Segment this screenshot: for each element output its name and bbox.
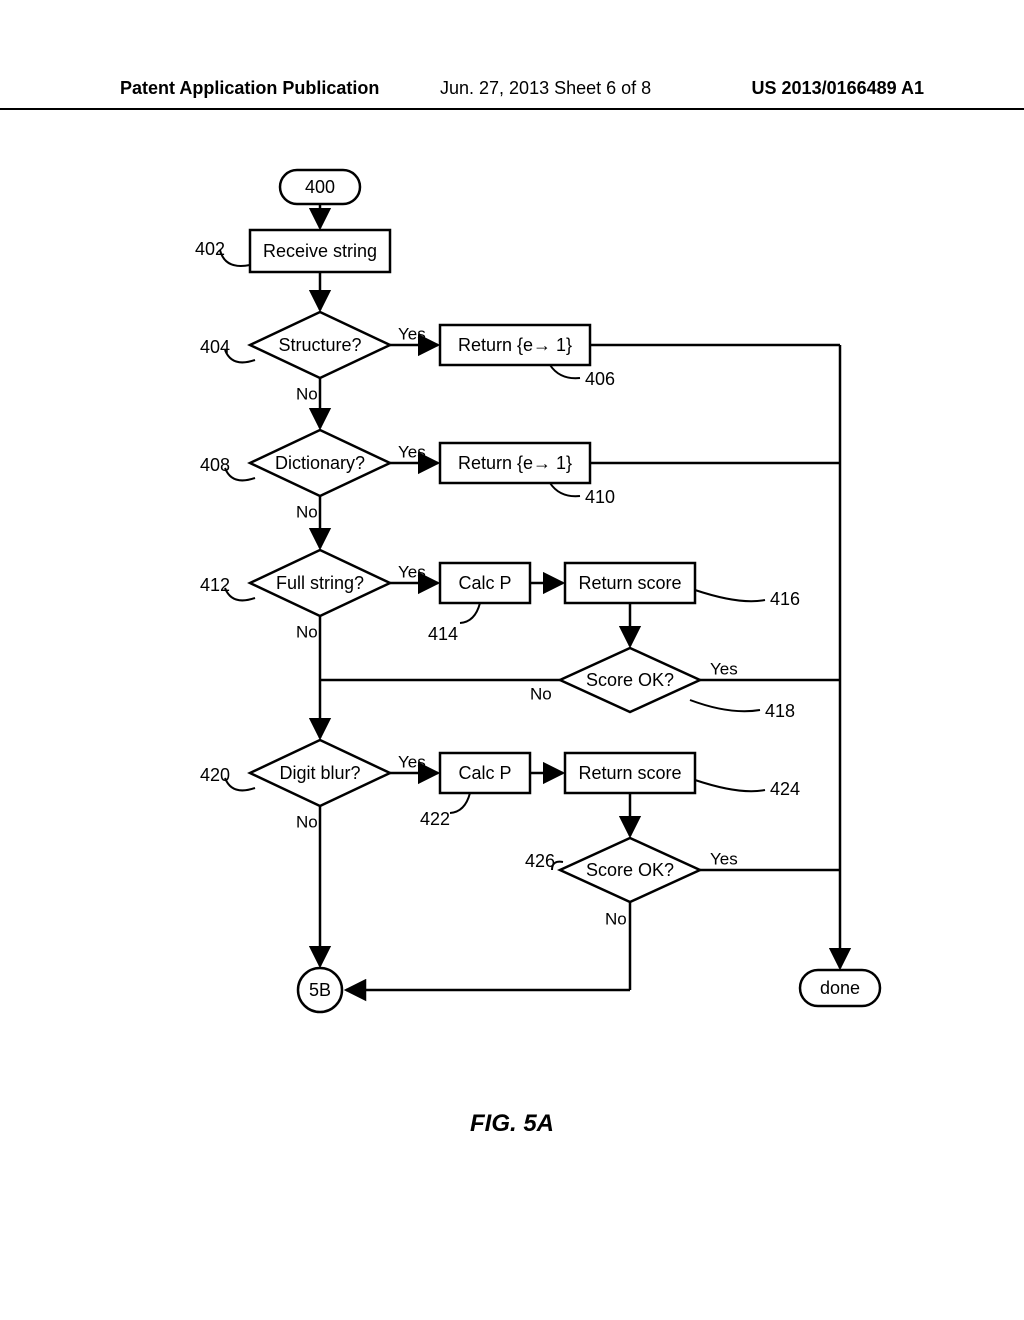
header-left: Patent Application Publication	[120, 78, 379, 99]
edge-420-no: No	[296, 812, 318, 831]
decision-score-ok-b-label: Score OK?	[586, 860, 674, 880]
edge-426-no: No	[605, 909, 627, 928]
edge-418-yes: Yes	[710, 659, 738, 678]
header-middle: Jun. 27, 2013 Sheet 6 of 8	[440, 78, 651, 99]
terminator-done-label: done	[820, 978, 860, 998]
decision-full-string-label: Full string?	[276, 573, 364, 593]
ref-418: 418	[765, 701, 795, 721]
flowchart: 400 Receive string 402 Structure? 404 Ye…	[120, 160, 900, 1080]
process-return-score-a-label: Return score	[578, 573, 681, 593]
edge-426-yes: Yes	[710, 849, 738, 868]
figure-title: FIG. 5A	[0, 1110, 1024, 1138]
process-return-e1-a-label: Return {e→ 1}	[458, 335, 572, 355]
edge-408-yes: Yes	[398, 442, 426, 461]
ref-402: 402	[195, 239, 225, 259]
page: Patent Application Publication Jun. 27, …	[0, 0, 1024, 1320]
process-calc-p-b-label: Calc P	[458, 763, 511, 783]
ref-404: 404	[200, 337, 230, 357]
process-receive-string-label: Receive string	[263, 241, 377, 261]
page-header: Patent Application Publication Jun. 27, …	[0, 78, 1024, 110]
ref-420: 420	[200, 765, 230, 785]
ref-412: 412	[200, 575, 230, 595]
header-right: US 2013/0166489 A1	[752, 78, 924, 99]
ref-426: 426	[525, 851, 555, 871]
edge-412-yes: Yes	[398, 562, 426, 581]
process-return-e1-b-label: Return {e→ 1}	[458, 453, 572, 473]
terminator-start-label: 400	[305, 177, 335, 197]
ref-414: 414	[428, 624, 458, 644]
ref-416: 416	[770, 589, 800, 609]
edge-412-no: No	[296, 622, 318, 641]
ref-410: 410	[585, 487, 615, 507]
decision-dictionary-label: Dictionary?	[275, 453, 365, 473]
decision-score-ok-a-label: Score OK?	[586, 670, 674, 690]
process-return-score-b-label: Return score	[578, 763, 681, 783]
edge-418-no: No	[530, 684, 552, 703]
ref-422: 422	[420, 809, 450, 829]
ref-406: 406	[585, 369, 615, 389]
ref-408: 408	[200, 455, 230, 475]
ref-424: 424	[770, 779, 800, 799]
edge-408-no: No	[296, 502, 318, 521]
decision-structure-label: Structure?	[278, 335, 361, 355]
edge-404-yes: Yes	[398, 324, 426, 343]
edge-420-yes: Yes	[398, 752, 426, 771]
process-calc-p-a-label: Calc P	[458, 573, 511, 593]
connector-5b-label: 5B	[309, 980, 331, 1000]
decision-digit-blur-label: Digit blur?	[279, 763, 360, 783]
edge-404-no: No	[296, 384, 318, 403]
